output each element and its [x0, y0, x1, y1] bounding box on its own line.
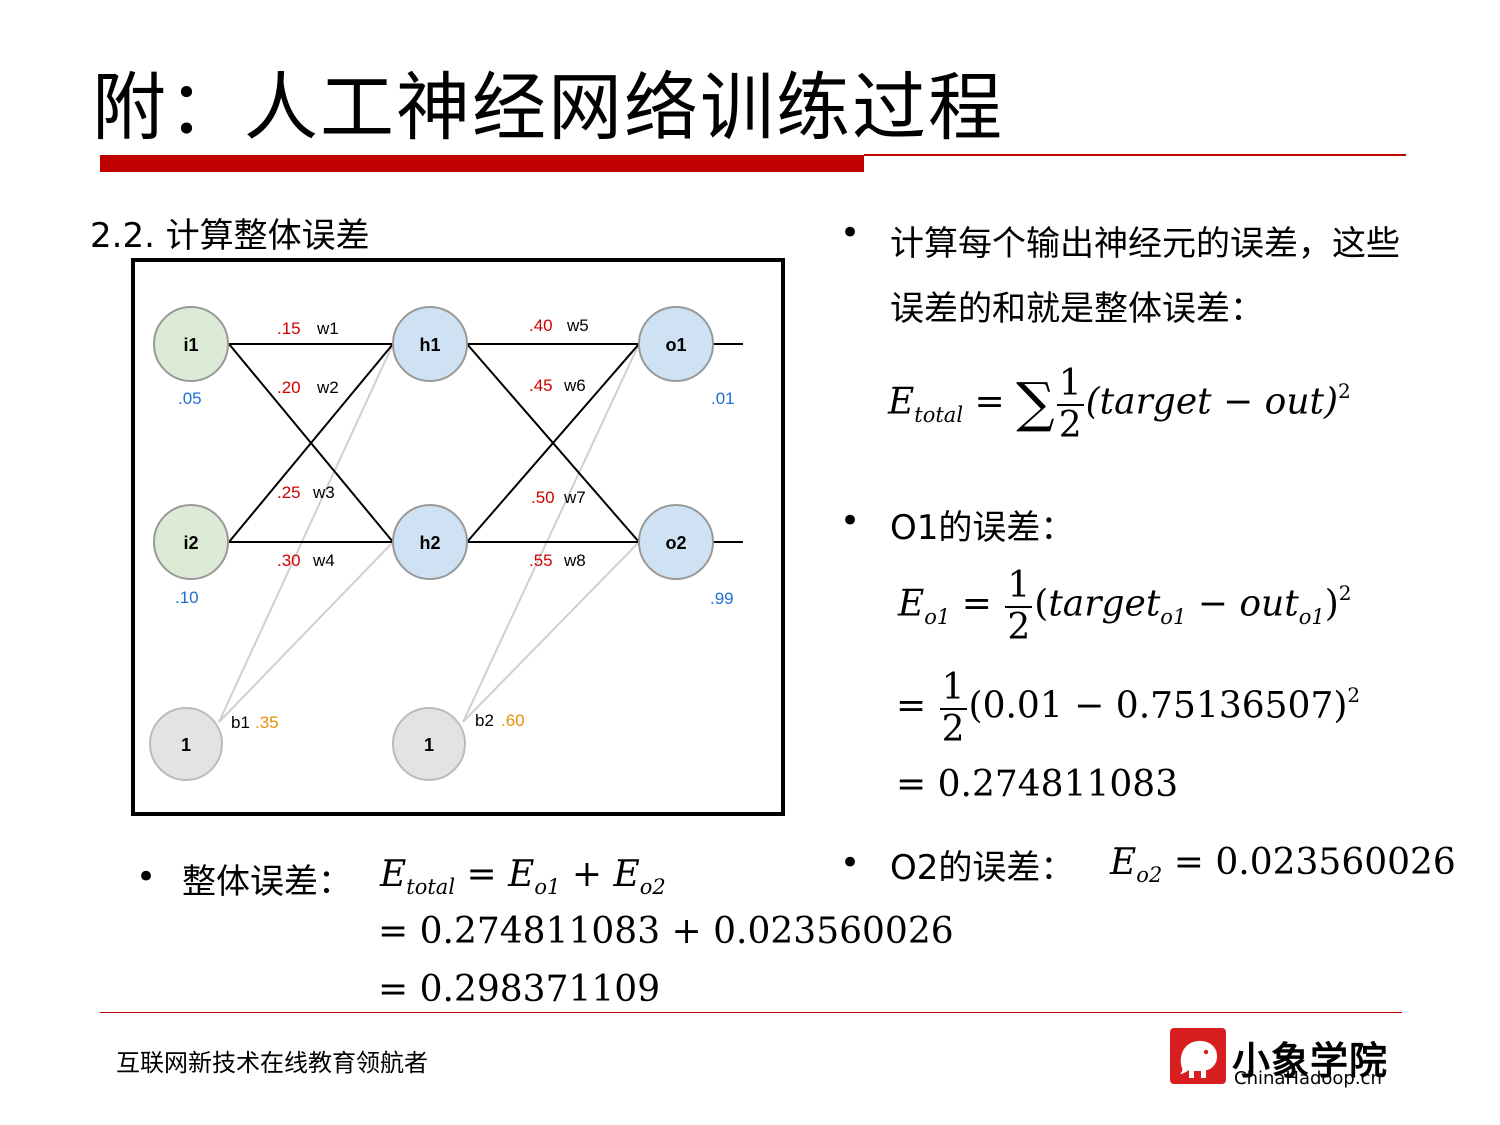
input-value-i2: .10	[175, 588, 199, 607]
input-value-i1: .05	[178, 389, 202, 408]
elephant-logo-icon	[1170, 1028, 1226, 1084]
weight-name-w7: w7	[563, 488, 586, 507]
node-label-i1: i1	[183, 335, 198, 355]
neural-network-diagram: i1 i2 h1 h2 o1 o2 1 1 .15 w1 .20 w2 .25 …	[131, 258, 785, 816]
weight-value-w2: .20	[277, 378, 301, 397]
node-label-i2: i2	[183, 533, 198, 553]
bullet-text-1a: 计算每个输出神经元的误差，这些	[890, 224, 1400, 264]
bullet-text-o1: O1的误差：	[890, 508, 1075, 548]
bullet-text-1b: 误差的和就是整体误差：	[890, 289, 1264, 329]
weight-name-w1: w1	[316, 319, 339, 338]
weight-value-w6: .45	[529, 376, 553, 395]
weight-value-w1: .15	[277, 319, 301, 338]
node-label-h2: h2	[419, 533, 440, 553]
equation-total-error: Etotal = ∑ 1 2 (target − out)2	[888, 363, 1351, 446]
bias-name-b2: b2	[475, 711, 494, 730]
bullet-text-o2: O2的误差：	[890, 848, 1075, 888]
weight-name-w8: w8	[563, 551, 586, 570]
node-label-bias1: 1	[181, 735, 191, 755]
weight-name-w6: w6	[563, 376, 586, 395]
logo-url: ChinaHadoop.cn	[1234, 1068, 1382, 1089]
bullet-text-total: 整体误差：	[182, 862, 352, 902]
weight-value-w5: .40	[529, 316, 553, 335]
bullet-dot-2: •	[840, 501, 861, 541]
equation-o1-line2: = 1 2 (0.01 − 0.75136507)2	[896, 667, 1361, 750]
bullet-dot-3: •	[840, 843, 861, 883]
title-underline-thick	[100, 155, 864, 172]
node-label-o2: o2	[665, 533, 686, 553]
weight-value-w7: .50	[531, 488, 555, 507]
bias-value-b2: .60	[501, 711, 525, 730]
weight-name-w2: w2	[316, 378, 339, 397]
equation-o1-line3: = 0.274811083	[896, 764, 1179, 805]
weight-name-w3: w3	[312, 483, 335, 502]
node-label-bias2: 1	[424, 735, 434, 755]
bias-name-b1: b1	[231, 713, 250, 732]
target-value-o2: .99	[710, 589, 734, 608]
section-heading: 2.2. 计算整体误差	[90, 216, 370, 256]
footer-divider	[100, 1012, 1402, 1013]
equation-o2: Eo2 = 0.023560026	[1110, 842, 1456, 887]
weight-value-w4: .30	[277, 551, 301, 570]
bullet-dot-1: •	[840, 213, 861, 253]
equation-total-line3: = 0.298371109	[378, 969, 661, 1010]
footer-slogan: 互联网新技术在线教育领航者	[116, 1049, 428, 1077]
weight-value-w3: .25	[277, 483, 301, 502]
equation-total-line1: Etotal = Eo1 + Eo2	[380, 854, 666, 899]
slide-title: 附：人工神经网络训练过程	[92, 65, 1004, 151]
node-label-o1: o1	[665, 335, 686, 355]
equation-o1-line1: Eo1 = 1 2 (targeto1 − outo1)2	[898, 565, 1352, 648]
bias-value-b1: .35	[255, 713, 279, 732]
equation-total-line2: = 0.274811083 + 0.023560026	[378, 911, 954, 952]
weight-name-w4: w4	[312, 551, 335, 570]
target-value-o1: .01	[711, 389, 735, 408]
bullet-dot-4: •	[136, 857, 157, 897]
weight-value-w8: .55	[529, 551, 553, 570]
weight-name-w5: w5	[566, 316, 589, 335]
title-underline-thin	[864, 154, 1406, 156]
node-label-h1: h1	[419, 335, 440, 355]
